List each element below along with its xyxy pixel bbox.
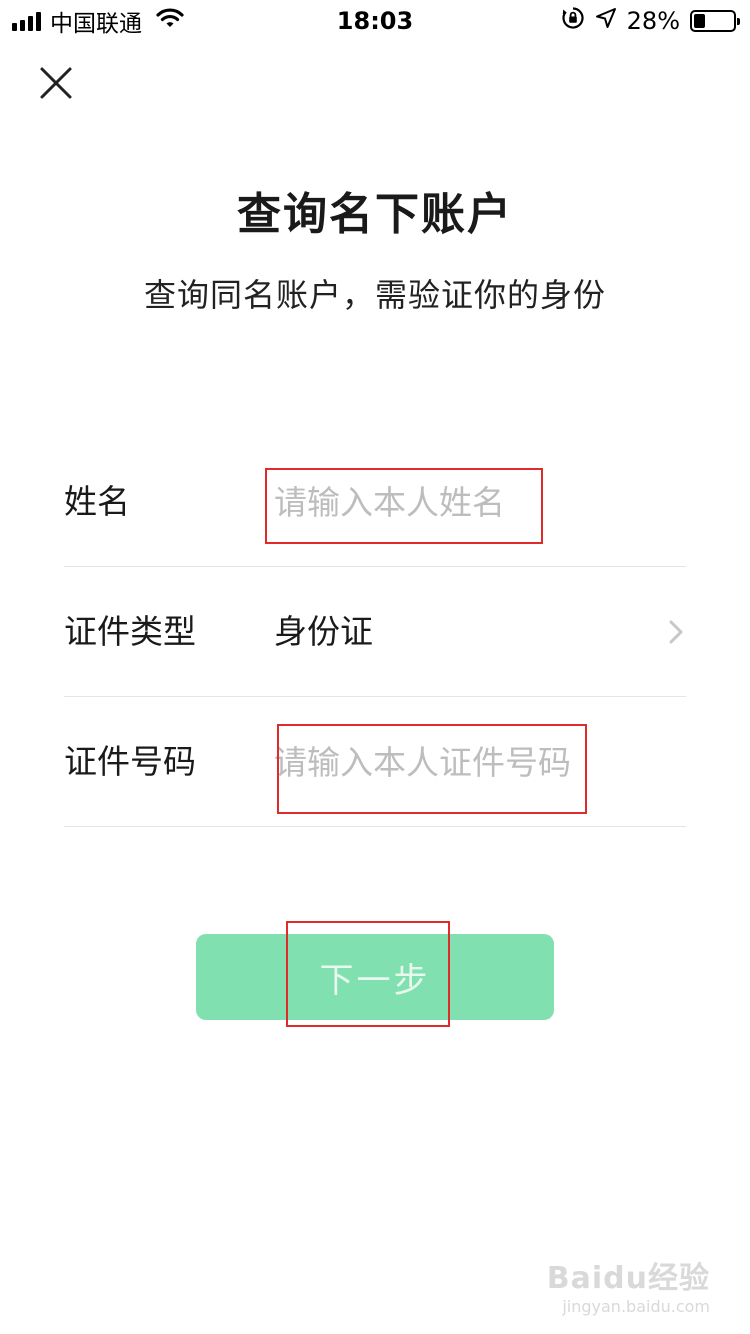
id-number-input[interactable] [274, 732, 634, 792]
watermark-logo: Baidu经验 jingyan.baidu.com [547, 1253, 710, 1316]
name-input[interactable] [274, 472, 634, 532]
status-right: 28% [561, 6, 740, 36]
next-button[interactable]: 下一步 [196, 934, 554, 1020]
id-number-row: 证件号码 [64, 697, 686, 827]
page: 中国联通 18:03 28% 查询名下账户 查询同名账户，需验证你的身份 姓名 … [0, 0, 750, 1334]
id-number-label: 证件号码 [64, 742, 196, 781]
page-title: 查询名下账户 [237, 189, 513, 240]
rotation-lock-icon [561, 6, 585, 36]
battery-percent: 28% [626, 7, 680, 35]
watermark-sub: jingyan.baidu.com [562, 1297, 710, 1316]
close-button[interactable] [36, 64, 76, 104]
battery-icon [690, 10, 740, 32]
id-type-value: 身份证 [274, 612, 373, 651]
chevron-right-icon [669, 620, 683, 644]
name-row: 姓名 [64, 437, 686, 567]
close-icon [40, 67, 72, 99]
name-label: 姓名 [64, 482, 130, 521]
id-type-label: 证件类型 [64, 612, 196, 651]
watermark-main: Baidu经验 [546, 1261, 710, 1296]
page-subtitle: 查询同名账户，需验证你的身份 [143, 276, 606, 314]
status-bar: 中国联通 18:03 28% [0, 0, 750, 40]
id-type-selector[interactable]: 证件类型 身份证 [64, 567, 686, 697]
battery-fill [694, 14, 705, 28]
location-icon [595, 7, 617, 35]
